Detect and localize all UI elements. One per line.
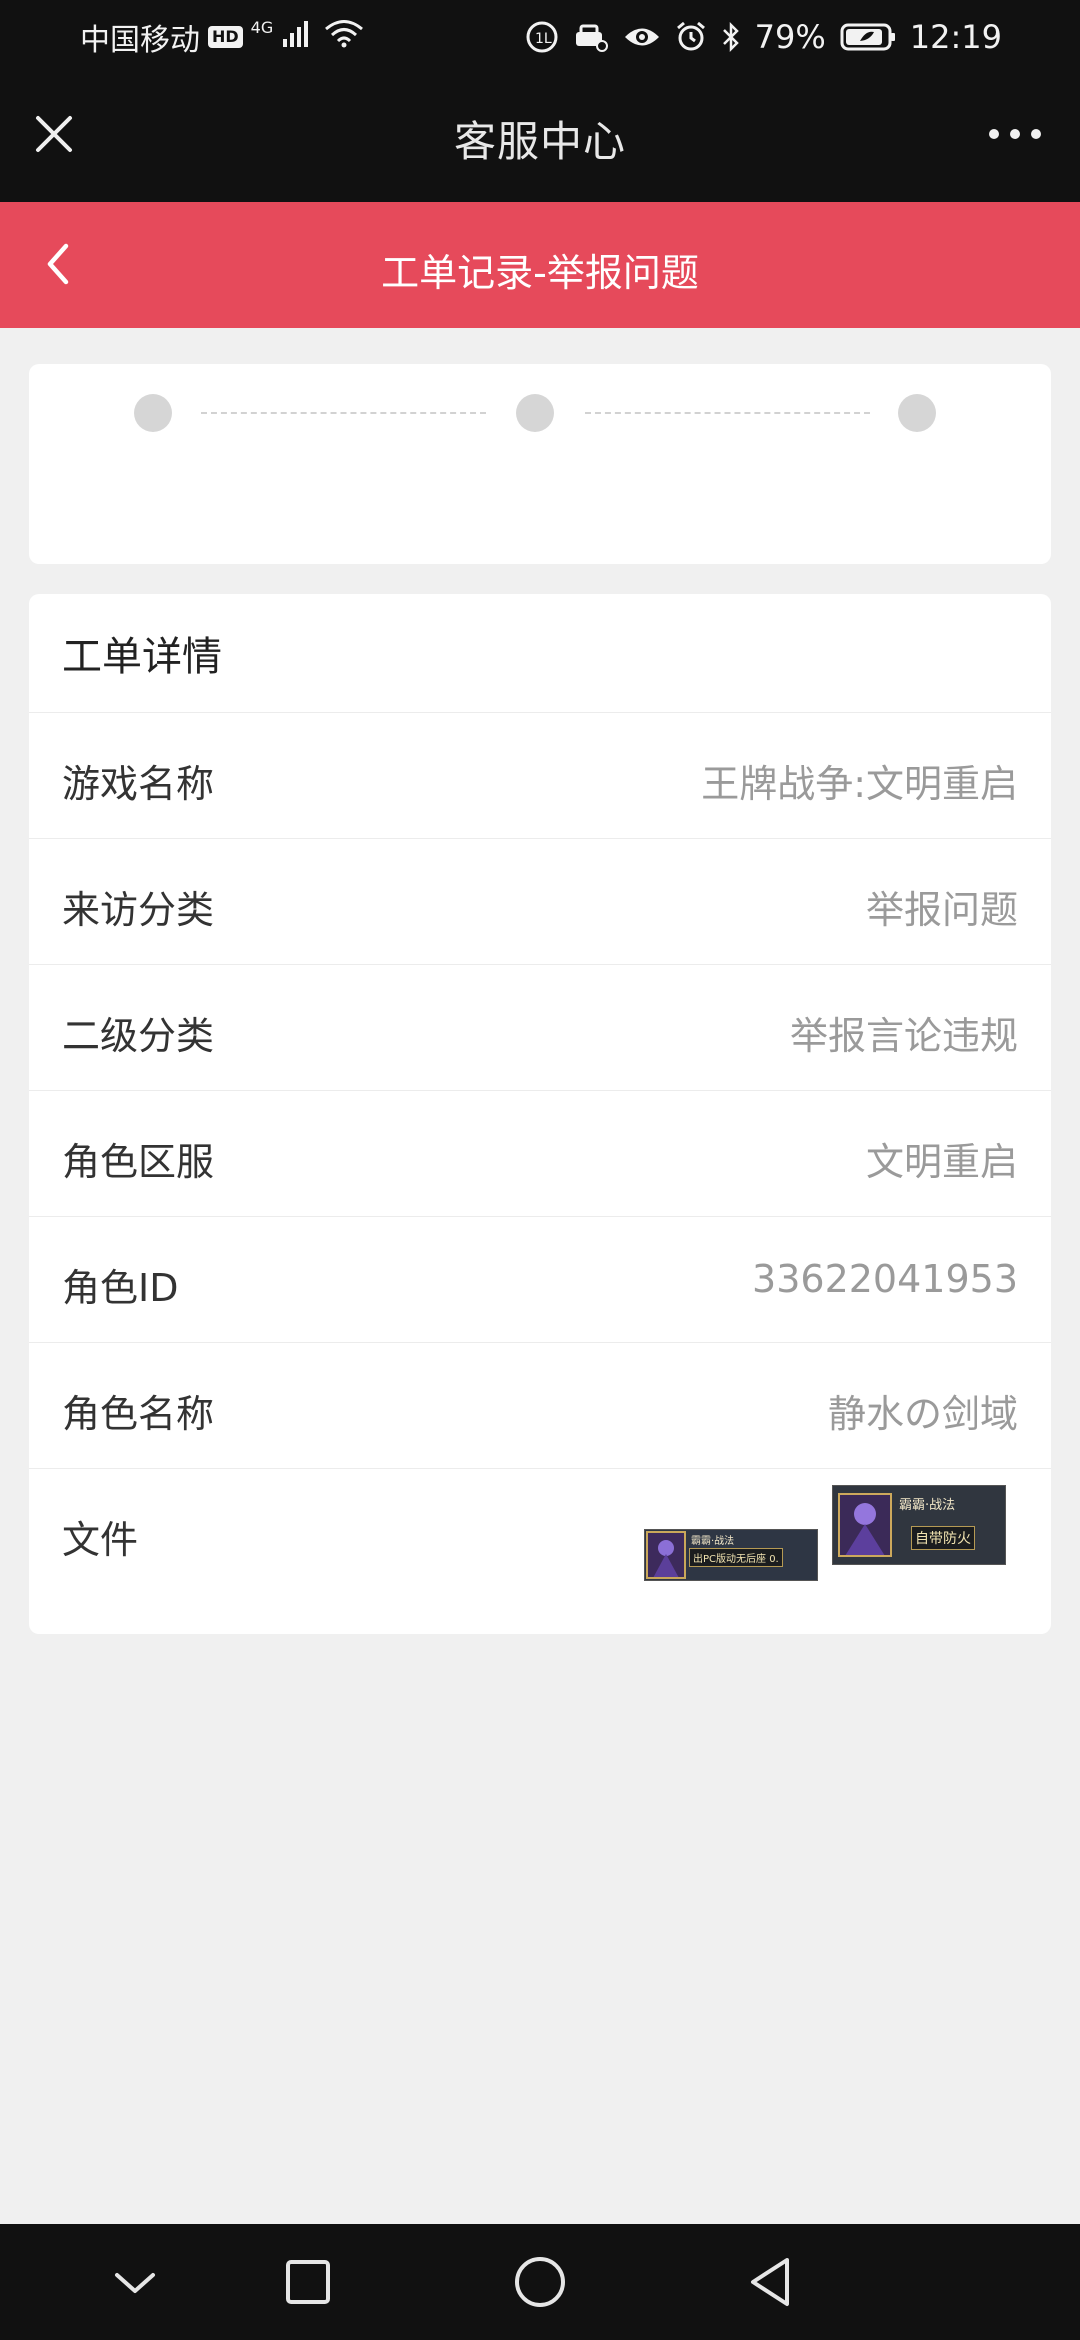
triangle-back-icon [751,2258,789,2306]
data-saver-icon: 1L [525,20,559,54]
row-value: 静水の剑域 [827,1392,1018,1436]
detail-row-sub-category: 二级分类 举报言论违规 [29,964,1051,1091]
more-button[interactable] [980,104,1050,164]
row-label: 游戏名称 [62,762,215,806]
row-value: 举报言论违规 [789,1014,1018,1058]
clock-time: 12:19 [909,18,1002,56]
ticket-detail-card: 工单详情 游戏名称 王牌战争:文明重启 来访分类 举报问题 二级分类 举报言论违… [29,594,1051,1634]
status-left: 中国移动 HD 4G [80,14,365,60]
title-bar: 客服中心 [0,74,1080,202]
eye-icon [623,24,661,50]
row-value: 举报问题 [865,888,1018,932]
detail-row-visit-category: 来访分类 举报问题 [29,838,1051,965]
row-label: 二级分类 [62,1014,215,1058]
nav-back-button[interactable] [740,2252,800,2312]
detail-row-server: 角色区服 文明重启 [29,1090,1051,1217]
progress-card [29,364,1051,564]
wifi-icon [323,18,365,56]
car-mode-icon [573,22,609,52]
step-connector-1 [201,412,486,414]
detail-row-role-id: 角色ID 33622041953 [29,1216,1051,1343]
svg-text:1L: 1L [535,31,552,47]
row-label: 来访分类 [62,888,215,932]
thumbnail-image: 霸霸·战法 出PC版动无后座 0. [645,1530,817,1580]
detail-header: 工单详情 [62,634,222,680]
file-thumbnail-2[interactable]: 霸霸·战法 自带防火 [832,1485,1006,1565]
file-thumbnail-1[interactable]: 霸霸·战法 出PC版动无后座 0. [644,1529,818,1581]
step-dot-3 [898,394,936,432]
thumbnail-image: 霸霸·战法 自带防火 [833,1486,1005,1564]
app-title: 客服中心 [453,117,626,166]
thumbnail-caption: 霸霸·战法 [691,1536,735,1547]
network-type: 4G [250,17,274,37]
carrier-name: 中国移动 [80,23,200,58]
alarm-icon [675,21,707,53]
battery-percent: 79% [754,18,826,56]
row-value: 王牌战争:文明重启 [701,762,1018,806]
page-header: 工单记录-举报问题 [0,202,1080,328]
page-title: 工单记录-举报问题 [381,251,699,295]
thumbnail-badge: 自带防火 [911,1526,975,1550]
hd-badge: HD [208,26,243,48]
step-connector-2 [585,412,870,414]
nav-collapse-button[interactable] [105,2252,165,2312]
row-value: 文明重启 [865,1140,1018,1184]
system-nav-bar [0,2224,1080,2340]
step-dot-1 [134,394,172,432]
detail-row-role-name: 角色名称 静水の剑域 [29,1342,1051,1469]
thumbnail-caption: 霸霸·战法 [899,1498,956,1513]
battery-icon [840,22,896,52]
more-dots-icon [989,129,1041,139]
row-label: 角色名称 [62,1392,215,1436]
detail-row-files: 文件 霸霸·战法 出PC版动无后座 0. 霸霸·战法 自带防火 [29,1468,1051,1635]
row-label: 角色ID [62,1266,179,1310]
thumbnail-badge: 出PC版动无后座 0. [689,1548,783,1567]
row-label: 角色区服 [62,1140,215,1184]
status-right: 1L 79% 12:19 [525,14,1002,60]
row-value: 33622041953 [752,1257,1018,1301]
chevron-down-icon [115,2273,155,2293]
status-bar: 中国移动 HD 4G 1L 79% 12:19 [0,0,1080,74]
circle-icon [515,2257,565,2307]
nav-recents-button[interactable] [278,2252,338,2312]
nav-home-button[interactable] [510,2252,570,2312]
signal-icon [281,19,315,55]
bluetooth-icon [721,21,741,53]
detail-row-game-name: 游戏名称 王牌战争:文明重启 [29,712,1051,839]
step-dot-2 [516,394,554,432]
row-label: 文件 [62,1518,139,1562]
square-icon [286,2260,330,2304]
